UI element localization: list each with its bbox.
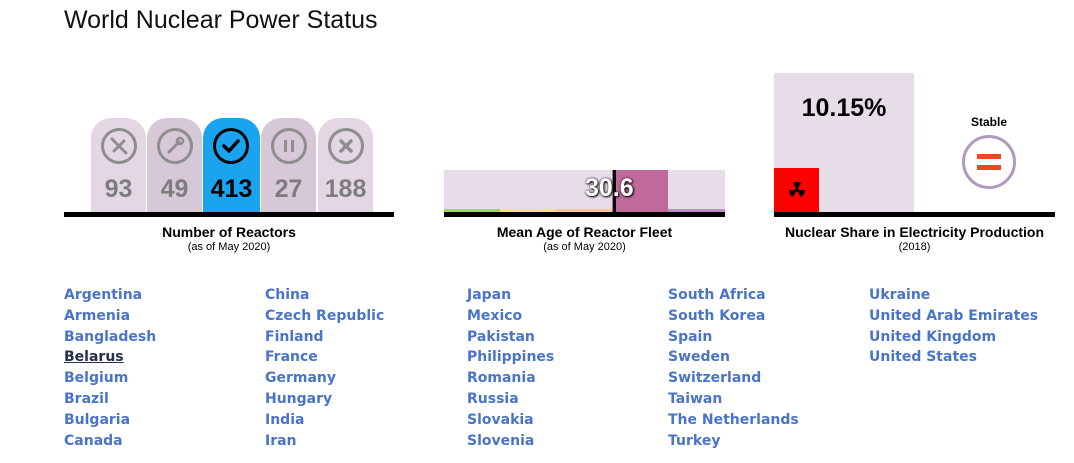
- country-link[interactable]: France: [265, 347, 384, 368]
- country-link[interactable]: Finland: [265, 327, 384, 348]
- country-link[interactable]: Czech Republic: [265, 306, 384, 327]
- tower-planned[interactable]: 49: [147, 118, 202, 212]
- share-subtitle: (2018): [898, 241, 931, 253]
- country-link[interactable]: Slovakia: [467, 410, 554, 431]
- trend-label: Stable: [970, 115, 1007, 129]
- country-link[interactable]: Turkey: [668, 431, 799, 452]
- wrench-screwdriver-icon: [101, 128, 137, 164]
- country-link[interactable]: Romania: [467, 368, 554, 389]
- country-link[interactable]: South Africa: [668, 285, 799, 306]
- country-link[interactable]: Japan: [467, 285, 554, 306]
- reactors-title: Number of Reactors: [162, 224, 296, 240]
- age-baseline: [444, 212, 725, 217]
- country-link-hovered[interactable]: Belarus: [64, 347, 156, 368]
- reactors-subtitle: (as of May 2020): [187, 241, 271, 253]
- country-link[interactable]: Ukraine: [869, 285, 1038, 306]
- country-column: China Czech Republic Finland France Germ…: [265, 285, 384, 451]
- country-link[interactable]: Slovenia: [467, 431, 554, 452]
- radiation-icon: [787, 180, 807, 205]
- tower-closed[interactable]: 188: [318, 118, 373, 212]
- share-value: 10.15%: [801, 94, 887, 122]
- tower-operating[interactable]: 413: [203, 118, 260, 212]
- country-link[interactable]: South Korea: [668, 306, 799, 327]
- country-link[interactable]: Sweden: [668, 347, 799, 368]
- tower-count: 49: [160, 175, 189, 203]
- country-link[interactable]: Russia: [467, 389, 554, 410]
- country-link[interactable]: Pakistan: [467, 327, 554, 348]
- country-link[interactable]: United Kingdom: [869, 327, 1038, 348]
- pause-icon: [271, 128, 307, 164]
- check-icon: [213, 128, 249, 164]
- age-value: 30.6: [585, 174, 634, 202]
- country-link[interactable]: Germany: [265, 368, 384, 389]
- country-link[interactable]: Philippines: [467, 347, 554, 368]
- page-title: World Nuclear Power Status: [64, 6, 378, 34]
- country-column: Argentina Armenia Bangladesh Belarus Bel…: [64, 285, 156, 451]
- country-link[interactable]: Argentina: [64, 285, 156, 306]
- country-link[interactable]: United States: [869, 347, 1038, 368]
- country-link[interactable]: Hungary: [265, 389, 384, 410]
- country-link[interactable]: Spain: [668, 327, 799, 348]
- age-title: Mean Age of Reactor Fleet: [496, 224, 673, 240]
- country-link[interactable]: Armenia: [64, 306, 156, 327]
- tower-count: 27: [274, 175, 303, 203]
- tower-long-term-shutdown[interactable]: 27: [261, 118, 316, 212]
- country-link[interactable]: Bulgaria: [64, 410, 156, 431]
- age-subtitle: (as of May 2020): [543, 241, 626, 253]
- tower-count: 93: [104, 175, 133, 203]
- share-title: Nuclear Share in Electricity Production: [784, 224, 1045, 240]
- country-column: South Africa South Korea Spain Sweden Sw…: [668, 285, 799, 451]
- tower-count: 413: [210, 175, 253, 203]
- wrench-icon: [157, 128, 193, 164]
- country-link[interactable]: Belgium: [64, 368, 156, 389]
- tower-under-construction[interactable]: 93: [91, 118, 146, 212]
- x-icon: [328, 128, 364, 164]
- country-column: Japan Mexico Pakistan Philippines Romani…: [467, 285, 554, 451]
- country-link[interactable]: Brazil: [64, 389, 156, 410]
- tower-count: 188: [324, 175, 367, 203]
- country-link[interactable]: Canada: [64, 431, 156, 452]
- equals-icon: [962, 135, 1016, 189]
- country-link[interactable]: Mexico: [467, 306, 554, 327]
- reactors-baseline: [64, 212, 394, 217]
- share-baseline: [774, 212, 1055, 217]
- share-marker: [774, 168, 819, 212]
- country-link[interactable]: Taiwan: [668, 389, 799, 410]
- country-link[interactable]: The Netherlands: [668, 410, 799, 431]
- country-link[interactable]: China: [265, 285, 384, 306]
- country-link[interactable]: United Arab Emirates: [869, 306, 1038, 327]
- country-link[interactable]: Switzerland: [668, 368, 799, 389]
- country-link[interactable]: Bangladesh: [64, 327, 156, 348]
- country-column: Ukraine United Arab Emirates United King…: [869, 285, 1038, 368]
- country-link[interactable]: India: [265, 410, 384, 431]
- country-link[interactable]: Iran: [265, 431, 384, 452]
